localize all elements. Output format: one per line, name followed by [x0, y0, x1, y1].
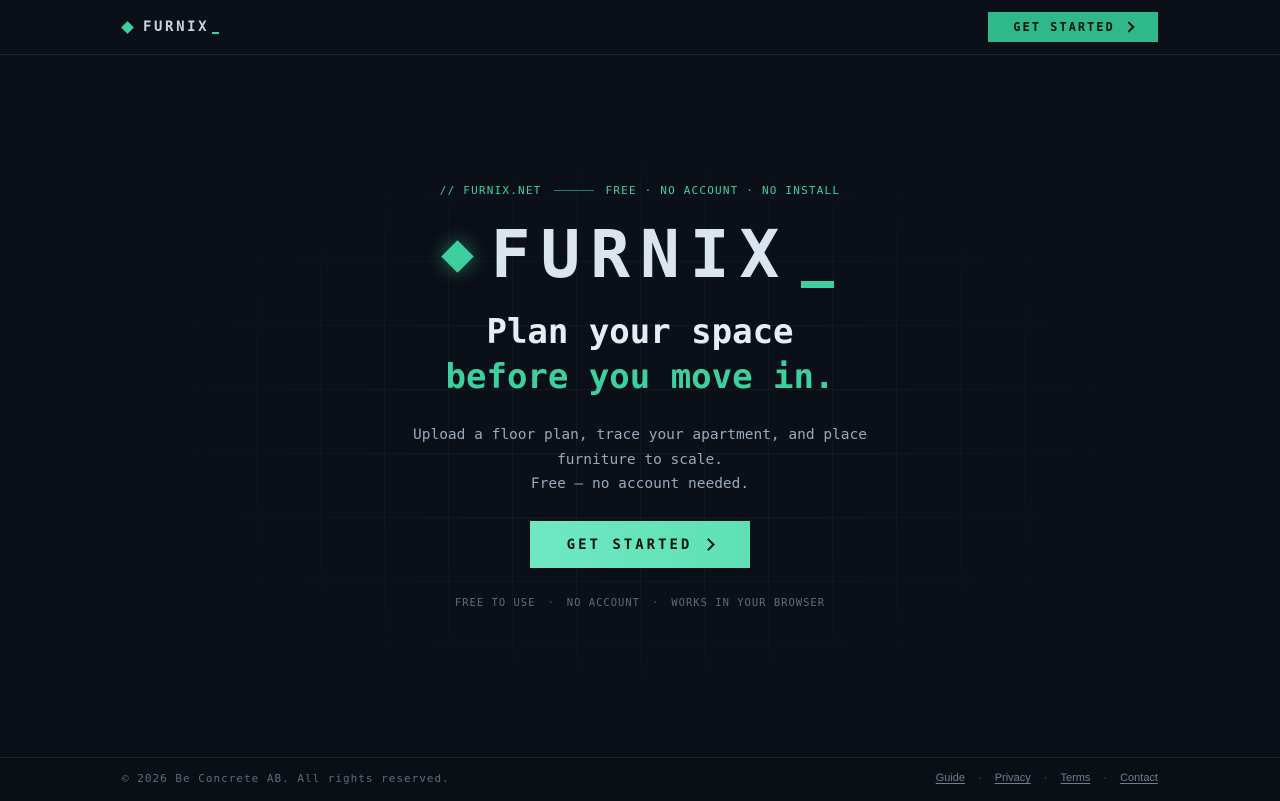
- copyright-text: © 2026 Be Concrete AB. All rights reserv…: [122, 772, 450, 785]
- hero-get-started-label: GET STARTED: [566, 536, 693, 553]
- footer-separator: ·: [1043, 772, 1048, 784]
- hero-logo: FURNIX: [0, 222, 1280, 288]
- eyebrow-divider: [553, 190, 594, 191]
- footer-link-terms[interactable]: Terms: [1060, 772, 1090, 784]
- description-line-1: Upload a floor plan, trace your apartmen…: [413, 427, 867, 443]
- footer-link-privacy[interactable]: Privacy: [995, 772, 1031, 784]
- footer-link-guide[interactable]: Guide: [936, 772, 965, 784]
- hero-get-started-button[interactable]: GET STARTED: [530, 521, 750, 568]
- brand-name: FURNIX: [143, 19, 210, 35]
- cursor-underscore-icon: [801, 280, 835, 288]
- feature-separator: ·: [547, 597, 555, 609]
- eyebrow-domain: // FURNIX.NET: [439, 184, 542, 197]
- feature-item: WORKS IN YOUR BROWSER: [671, 597, 826, 609]
- top-nav: FURNIX GET STARTED: [0, 0, 1280, 55]
- background-grid: [0, 55, 1280, 757]
- description-line-3: Free — no account needed.: [530, 476, 750, 492]
- hero-eyebrow: // FURNIX.NET FREE · NO ACCOUNT · NO INS…: [0, 184, 1280, 197]
- nav-get-started-button[interactable]: GET STARTED: [988, 12, 1158, 42]
- hero-logo-text: FURNIX: [490, 216, 790, 293]
- feature-separator: ·: [652, 597, 660, 609]
- diamond-logo-icon: [121, 20, 134, 34]
- nav-get-started-label: GET STARTED: [1013, 20, 1115, 34]
- cursor-underscore-icon: [212, 31, 220, 34]
- page-footer: © 2026 Be Concrete AB. All rights reserv…: [0, 757, 1280, 801]
- footer-links: Guide · Privacy · Terms · Contact: [936, 772, 1158, 784]
- diamond-logo-icon: [441, 239, 474, 273]
- hero-description: Upload a floor plan, trace your apartmen…: [340, 423, 940, 497]
- eyebrow-tagline: FREE · NO ACCOUNT · NO INSTALL: [605, 184, 841, 197]
- footer-separator: ·: [978, 772, 982, 784]
- headline-line-2: before you move in.: [445, 357, 835, 397]
- feature-item: NO ACCOUNT: [566, 597, 640, 609]
- headline-line-1: Plan your space: [486, 312, 794, 352]
- chevron-right-icon: [1123, 21, 1135, 33]
- footer-separator: ·: [1103, 772, 1108, 784]
- description-line-2: furniture to scale.: [557, 451, 723, 468]
- feature-list: FREE TO USE · NO ACCOUNT · WORKS IN YOUR…: [0, 597, 1280, 609]
- footer-link-contact[interactable]: Contact: [1120, 772, 1158, 784]
- feature-item: FREE TO USE: [454, 597, 536, 609]
- chevron-right-icon: [702, 538, 716, 551]
- brand-logo-link[interactable]: FURNIX: [121, 19, 220, 35]
